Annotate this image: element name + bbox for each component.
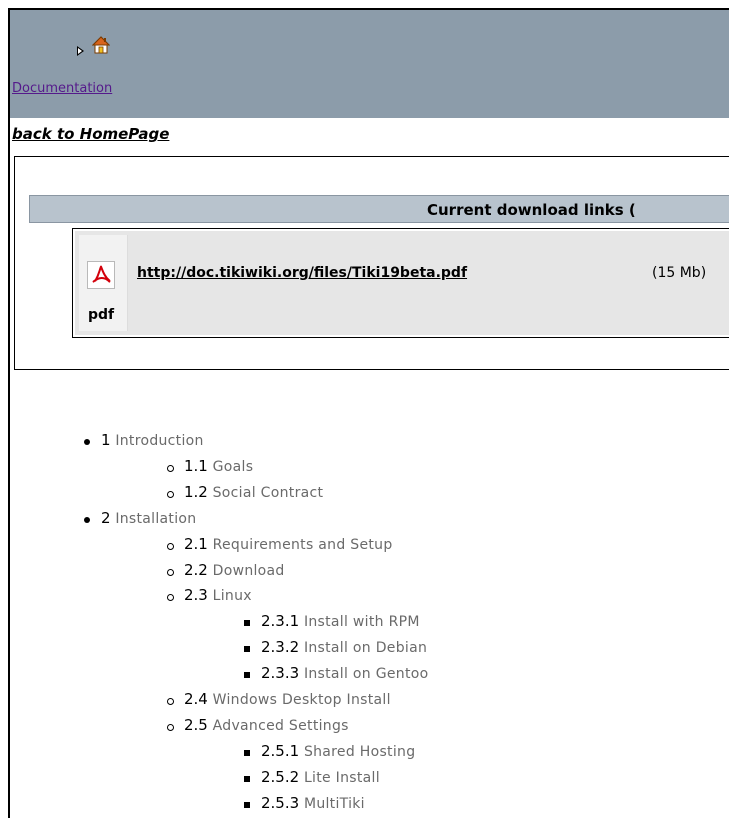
toc-item[interactable]: 1.2 Social Contract [184,483,323,502]
toc-item[interactable]: 2.5 Advanced Settings [184,716,349,735]
toc-bullet [244,801,250,808]
toc-item-number: 1 [101,431,116,449]
back-to-homepage-link[interactable]: back to HomePage [12,125,169,143]
toc-bullet [167,723,174,731]
toc-item-title[interactable]: Install with RPM [304,614,420,630]
pdf-download-link[interactable]: http://doc.tikiwiki.org/files/Tiki19beta… [137,265,467,281]
pdf-icon[interactable] [87,261,115,289]
documentation-link[interactable]: Documentation [12,81,112,96]
toc-bullet [244,620,250,627]
toc-item-title[interactable]: Download [213,563,285,579]
toc-item-title[interactable]: Install on Debian [304,640,427,656]
toc-item[interactable]: 2.4 Windows Desktop Install [184,690,391,709]
toc-bullet [167,594,174,602]
toc-item[interactable]: 2.2 Download [184,561,285,580]
toc-item[interactable]: 2.3 Linux [184,586,252,605]
pdf-cell: pdf [79,235,128,331]
toc-item-title[interactable]: Lite Install [304,770,380,786]
toc-bullet [244,775,250,782]
toc-bullet [167,698,174,705]
toc-item-title[interactable]: Advanced Settings [213,718,349,734]
toc-item[interactable]: 2.3.1 Install with RPM [261,612,420,631]
top-navigation-bar: Documentation [10,10,729,118]
toc-item-number: 1.1 [184,456,213,475]
toc-item-number: 2.1 [184,534,213,553]
toc-item-title[interactable]: Goals [213,459,254,475]
toc-bullet [84,516,90,523]
toc-item-title[interactable]: Introduction [115,433,203,449]
pdf-file-size: (15 Mb) [652,265,707,281]
toc-item-number: 2.2 [184,560,213,579]
toc-item-title[interactable]: Installation [115,511,196,527]
toc-item-number: 2.3.3 [261,664,304,683]
toc-item[interactable]: 1 Introduction [101,431,204,450]
toc-item-title[interactable]: Install on Gentoo [304,666,429,682]
toc-item-number: 2.4 [184,690,213,708]
home-icon[interactable] [92,36,110,54]
toc-item-number: 2.3.2 [261,638,304,657]
toc-bullet [244,672,250,679]
toc-item-number: 2.3.1 [261,612,304,631]
toc-item-number: 2.5.2 [261,767,304,786]
download-links-header: Current download links ( [29,195,729,223]
toc-item[interactable]: 2.3.2 Install on Debian [261,638,427,657]
toc-item-title[interactable]: Requirements and Setup [213,537,393,553]
download-item: pdf http://doc.tikiwiki.org/files/Tiki19… [72,228,729,338]
toc-item[interactable]: 2.5.2 Lite Install [261,768,380,787]
toc-item[interactable]: 2.1 Requirements and Setup [184,535,393,554]
toc-item-number: 2.5 [184,715,213,734]
toc-bullet [244,749,250,756]
toc-item-number: 1.2 [184,482,213,501]
toc-item-number: 2 [101,508,116,527]
toc-item[interactable]: 2 Installation [101,509,196,528]
toc-item-title[interactable]: Shared Hosting [304,744,415,760]
toc-item-title[interactable]: Social Contract [213,485,324,501]
toc-bullet [84,439,90,445]
page-frame: Documentation back to HomePage Current d… [8,8,729,818]
download-links-header-text: Current download links ( [427,201,636,219]
toc-item[interactable]: 2.5.3 MultiTiki [261,794,365,813]
toc-bullet [244,646,250,653]
toc-bullet [167,490,174,498]
expand-arrow-icon[interactable] [77,46,84,56]
toc-item-title[interactable]: Linux [213,588,252,604]
toc-bullet [167,568,174,576]
toc-item[interactable]: 1.1 Goals [184,457,253,476]
toc-item-number: 2.3 [184,586,213,605]
toc-item-title[interactable]: Windows Desktop Install [213,692,391,708]
toc-item-title[interactable]: MultiTiki [304,796,365,812]
toc-bullet [167,464,174,472]
toc-item[interactable]: 2.5.1 Shared Hosting [261,742,415,761]
pdf-label: pdf [88,307,115,323]
toc-bullet [167,542,174,550]
download-item-body: pdf http://doc.tikiwiki.org/files/Tiki19… [75,231,729,335]
toc-item-number: 2.5.3 [261,793,304,812]
toc-item-number: 2.5.1 [261,741,304,760]
toc-item[interactable]: 2.3.3 Install on Gentoo [261,664,428,683]
